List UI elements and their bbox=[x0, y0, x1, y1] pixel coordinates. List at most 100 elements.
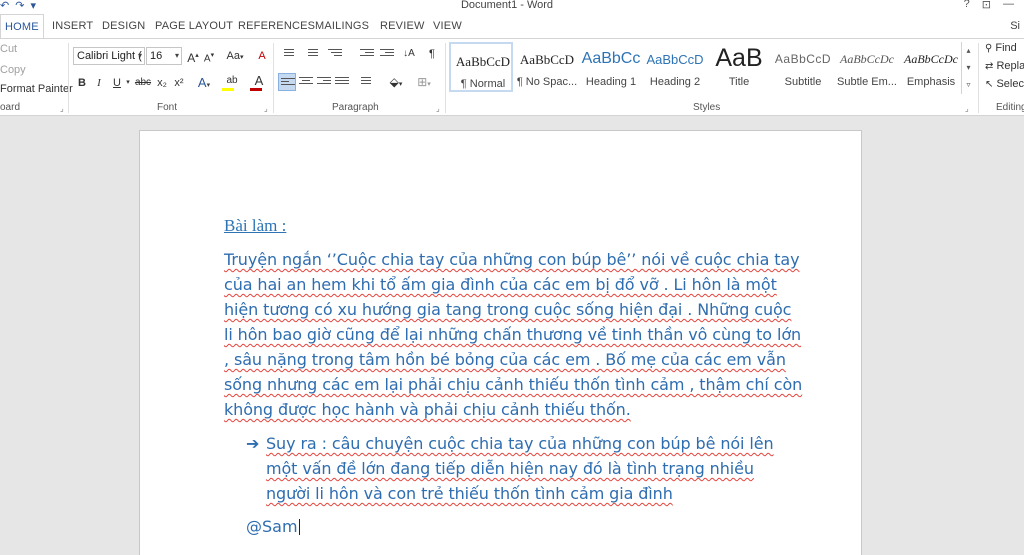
divider bbox=[68, 43, 69, 113]
style-subtle-emphasis[interactable]: AaBbCcDc Subtle Em... bbox=[835, 42, 899, 92]
minimize-icon[interactable]: — bbox=[1003, 0, 1014, 11]
tab-home[interactable]: HOME bbox=[0, 14, 44, 38]
font-launcher-icon[interactable]: ⌟ bbox=[264, 104, 268, 113]
align-center-icon[interactable] bbox=[299, 77, 313, 89]
tab-review[interactable]: REVIEW bbox=[380, 14, 425, 38]
paragraph-line[interactable]: không được học hành và phải chịu cảnh th… bbox=[224, 400, 631, 419]
superscript-button[interactable]: x² bbox=[172, 74, 186, 92]
text-effects-button[interactable]: A▾ bbox=[195, 74, 213, 92]
shrink-font-icon: A bbox=[203, 53, 211, 65]
underline-button[interactable]: U bbox=[110, 74, 124, 92]
paragraph-line[interactable]: sống nhưng các em lại phải chịu cảnh thi… bbox=[224, 375, 802, 394]
highlight-button[interactable]: ab bbox=[220, 72, 244, 91]
style-subtitle[interactable]: AaBbCcD Subtitle bbox=[771, 42, 835, 92]
replace-icon: ⇄ bbox=[985, 61, 994, 72]
numbering-icon[interactable] bbox=[304, 49, 318, 61]
title-bar: ↶ ↷ ▾ Document1 - Word ? ⊡ — bbox=[0, 0, 1024, 14]
paragraph-line[interactable]: của hai an hem khi tổ ấm gia đình của cá… bbox=[224, 275, 777, 294]
clipboard-launcher-icon[interactable]: ⌟ bbox=[60, 104, 64, 113]
style-sample: AaBbCcD bbox=[774, 52, 832, 66]
tab-insert[interactable]: INSERT bbox=[52, 14, 93, 38]
cursor-icon: ↖ bbox=[985, 79, 994, 90]
style-label: Emphasis bbox=[906, 76, 956, 88]
show-formatting-button[interactable]: ¶ bbox=[426, 45, 438, 63]
clear-formatting-button[interactable]: A bbox=[254, 47, 270, 65]
divider bbox=[273, 43, 274, 113]
style-normal[interactable]: AaBbCcD ¶ Normal bbox=[449, 42, 513, 92]
format-painter-button[interactable]: Format Painter bbox=[0, 83, 73, 95]
style-title[interactable]: AaB Title bbox=[707, 42, 771, 92]
window-controls: ? ⊡ — bbox=[964, 0, 1014, 11]
align-left-button[interactable] bbox=[278, 73, 296, 91]
paragraph-line[interactable]: hiện tương có xu hướng gia tang trong cu… bbox=[224, 300, 791, 319]
style-label: ¶ No Spac... bbox=[516, 76, 578, 88]
more-styles-icon[interactable]: ▿ bbox=[962, 76, 975, 93]
sort-icon[interactable]: ↓A bbox=[402, 45, 416, 63]
line-spacing-icon[interactable] bbox=[357, 77, 371, 89]
style-heading-2[interactable]: AaBbCcD Heading 2 bbox=[643, 42, 707, 92]
scroll-down-icon[interactable]: ▾ bbox=[962, 59, 975, 76]
tab-mailings[interactable]: MAILINGS bbox=[315, 14, 369, 38]
chevron-down-icon: ▾ bbox=[174, 51, 179, 60]
binoculars-icon: ⚲ bbox=[985, 43, 993, 54]
font-size-select[interactable]: 16 ▾ bbox=[146, 47, 182, 65]
paragraph-line[interactable]: , sâu nặng trong tâm hồn bé bỏng của các… bbox=[224, 350, 786, 369]
replace-button[interactable]: ⇄ Replac bbox=[985, 60, 1024, 72]
bold-button[interactable]: B bbox=[75, 74, 89, 92]
window-title: Document1 - Word bbox=[460, 0, 554, 11]
multilevel-list-icon[interactable] bbox=[328, 49, 342, 61]
copy-button[interactable]: Copy bbox=[0, 64, 26, 76]
subscript-button[interactable]: x₂ bbox=[155, 74, 169, 92]
shading-button[interactable]: ⬙▾ bbox=[386, 73, 406, 91]
style-heading-1[interactable]: AaBbCc Heading 1 bbox=[579, 42, 643, 92]
strikethrough-button[interactable]: abc bbox=[134, 74, 152, 92]
tab-view[interactable]: VIEW bbox=[433, 14, 462, 38]
paragraph-line[interactable]: li hôn bao giờ cũng để lại những chấn th… bbox=[224, 325, 801, 344]
bullet-line[interactable]: một vấn đề lớn đang tiếp diễn hiện nay đ… bbox=[266, 459, 754, 478]
paragraph-group-label: Paragraph bbox=[332, 102, 379, 113]
change-case-button[interactable]: Aa▾ bbox=[224, 47, 246, 65]
bullet-line[interactable]: Suy ra : câu chuyện cuộc chia tay của nh… bbox=[266, 434, 774, 453]
text-cursor bbox=[298, 519, 300, 535]
align-right-icon[interactable] bbox=[317, 77, 331, 89]
italic-button[interactable]: I bbox=[93, 74, 105, 92]
tab-references[interactable]: REFERENCES bbox=[238, 14, 315, 38]
shrink-font-button[interactable]: A▾ bbox=[202, 47, 216, 65]
style-sample: AaBbCcD bbox=[455, 54, 511, 69]
style-label: Title bbox=[728, 76, 750, 88]
justify-icon[interactable] bbox=[335, 77, 349, 89]
borders-icon: ⊞ bbox=[417, 75, 428, 89]
underline-options-icon[interactable]: ▾ bbox=[124, 74, 132, 92]
editing-group-label: Editing bbox=[996, 102, 1024, 113]
highlight-icon: ab bbox=[226, 75, 238, 86]
document-heading[interactable]: Bài làm : bbox=[224, 216, 286, 236]
paragraph-line[interactable]: Truyện ngắn ‘’Cuộc chia tay của những co… bbox=[224, 250, 800, 269]
style-emphasis[interactable]: AaBbCcDc Emphasis bbox=[899, 42, 963, 92]
font-family-select[interactable]: Calibri Light ( ▾ bbox=[73, 47, 145, 65]
help-icon[interactable]: ? bbox=[964, 0, 970, 11]
font-color-button[interactable]: A bbox=[248, 72, 270, 91]
signature-text[interactable]: @Sam bbox=[246, 517, 300, 536]
paragraph-launcher-icon[interactable]: ⌟ bbox=[436, 104, 440, 113]
bullet-line[interactable]: người li hôn và con trẻ thiếu thốn tình … bbox=[266, 484, 673, 503]
style-sample: AaBbCc bbox=[581, 50, 641, 67]
select-button[interactable]: ↖ Select bbox=[985, 78, 1024, 90]
bullets-icon[interactable] bbox=[280, 49, 294, 61]
text-effects-icon: A bbox=[197, 75, 207, 90]
find-button[interactable]: ⚲ Find bbox=[985, 42, 1017, 54]
style-no-spacing[interactable]: AaBbCcD ¶ No Spac... bbox=[515, 42, 579, 92]
tab-design[interactable]: DESIGN bbox=[102, 14, 145, 38]
style-label: Heading 1 bbox=[585, 76, 637, 88]
scroll-up-icon[interactable]: ▴ bbox=[962, 42, 975, 59]
increase-indent-icon[interactable] bbox=[380, 49, 394, 61]
ribbon-display-icon[interactable]: ⊡ bbox=[982, 0, 991, 11]
styles-launcher-icon[interactable]: ⌟ bbox=[965, 104, 969, 113]
grow-font-button[interactable]: A▴ bbox=[186, 47, 200, 65]
cut-button[interactable]: Cut bbox=[0, 43, 17, 55]
tab-page-layout[interactable]: PAGE LAYOUT bbox=[155, 14, 233, 38]
divider bbox=[445, 43, 446, 113]
style-sample: AaBbCcD bbox=[519, 52, 575, 67]
decrease-indent-icon[interactable] bbox=[360, 49, 374, 61]
account-name[interactable]: Si bbox=[1010, 14, 1020, 38]
borders-button[interactable]: ⊞▾ bbox=[413, 73, 435, 91]
